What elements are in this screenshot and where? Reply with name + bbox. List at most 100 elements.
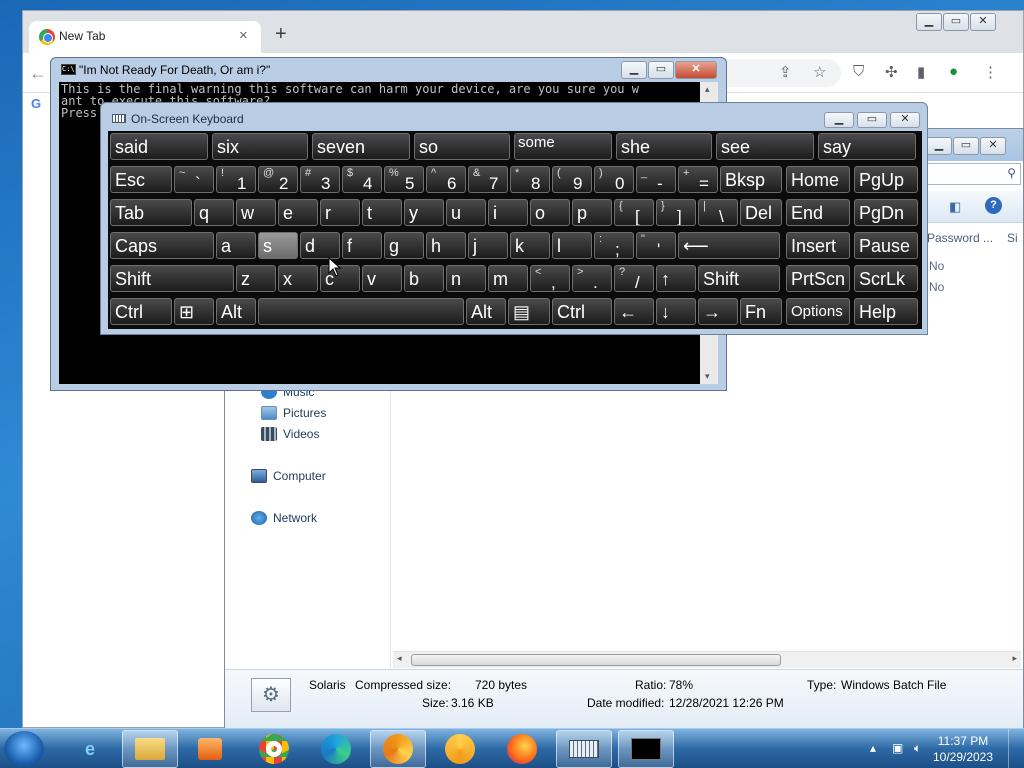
console-maximize-button[interactable]: ▭ <box>648 61 674 79</box>
key-symbol[interactable]: + = <box>678 166 718 193</box>
key-2[interactable]: @2 <box>258 166 298 193</box>
key-space[interactable] <box>258 298 464 325</box>
column-si[interactable]: Si <box>1007 231 1018 245</box>
key-3[interactable]: #3 <box>300 166 340 193</box>
security-badge-icon[interactable]: ● <box>949 63 958 80</box>
extensions-puzzle-icon[interactable]: ✣ <box>885 63 898 81</box>
key-pause[interactable]: Pause <box>854 232 918 259</box>
bookmark-star-icon[interactable]: ☆ <box>813 63 826 81</box>
key-home[interactable]: Home <box>786 166 850 193</box>
menu-dots-icon[interactable]: ⋮ <box>983 63 998 81</box>
key-end[interactable]: End <box>786 199 850 226</box>
tab-new-tab[interactable]: New Tab × <box>29 21 261 53</box>
prediction-said[interactable]: said <box>110 133 208 160</box>
new-tab-button[interactable]: + <box>275 24 287 44</box>
key-m[interactable]: m <box>488 265 528 292</box>
key-ctrl[interactable]: Ctrl <box>552 298 612 325</box>
key-symbol[interactable]: ~ ` <box>174 166 214 193</box>
key-scrlk[interactable]: ScrLk <box>854 265 918 292</box>
volume-muted-icon[interactable]: 🔈︎ <box>914 741 921 756</box>
osk-minimize-button[interactable]: ▁ <box>824 112 854 128</box>
horizontal-scrollbar[interactable]: ◂ ▸ <box>393 651 1021 668</box>
key-s[interactable]: s <box>258 232 298 259</box>
key-n[interactable]: n <box>446 265 486 292</box>
key-help[interactable]: Help <box>854 298 918 325</box>
key-w[interactable]: w <box>236 199 276 226</box>
share-icon[interactable]: ⇪ <box>779 63 792 81</box>
explorer-minimize-button[interactable]: ▁ <box>926 137 952 155</box>
pane-toggle-icon[interactable]: ◧ <box>949 199 961 215</box>
key-0[interactable]: ) 0 <box>594 166 634 193</box>
key-r[interactable]: r <box>320 199 360 226</box>
close-button[interactable]: ✕ <box>970 13 996 31</box>
prediction-she[interactable]: she <box>616 133 712 160</box>
key-shift[interactable]: Shift <box>110 265 234 292</box>
nav-item-videos[interactable]: Videos <box>261 427 319 441</box>
key-e[interactable]: e <box>278 199 318 226</box>
show-hidden-icons-icon[interactable]: ▴ <box>870 741 876 755</box>
key-symbol[interactable]: {[ <box>614 199 654 226</box>
key-x[interactable]: x <box>278 265 318 292</box>
key-fn[interactable]: Fn <box>740 298 782 325</box>
key-7[interactable]: & 7 <box>468 166 508 193</box>
key-symbol[interactable]: ← <box>614 298 654 325</box>
column-password[interactable]: Password ... <box>927 231 993 245</box>
key-b[interactable]: b <box>404 265 444 292</box>
key-symbol[interactable]: ↓ <box>656 298 696 325</box>
key-prtscn[interactable]: PrtScn <box>786 265 850 292</box>
key-k[interactable]: k <box>510 232 550 259</box>
key-symbol[interactable]: ↑ <box>656 265 696 292</box>
prediction-say[interactable]: say <box>818 133 916 160</box>
media-player-icon[interactable] <box>182 730 238 768</box>
browser-shield-icon[interactable] <box>432 730 488 768</box>
minimize-button[interactable]: ▁ <box>916 13 942 31</box>
maximize-button[interactable]: ▭ <box>943 13 969 31</box>
key-5[interactable]: % 5 <box>384 166 424 193</box>
internet-explorer-icon[interactable]: e <box>62 730 118 768</box>
key-l[interactable]: l <box>552 232 592 259</box>
key-pgup[interactable]: PgUp <box>854 166 918 193</box>
osk-close-button[interactable]: ✕ <box>890 112 920 128</box>
key-u[interactable]: u <box>446 199 486 226</box>
key-tab[interactable]: Tab <box>110 199 192 226</box>
console-minimize-button[interactable]: ▁ <box>621 61 647 79</box>
console-close-button[interactable]: ✕ <box>675 61 717 79</box>
key-8[interactable]: * 8 <box>510 166 550 193</box>
key-shift[interactable]: Shift <box>698 265 780 292</box>
key-symbol[interactable]: _ - <box>636 166 676 193</box>
key-symbol[interactable]: ⟵ <box>678 232 780 259</box>
key-9[interactable]: (9 <box>552 166 592 193</box>
tab-close-icon[interactable]: × <box>239 27 248 44</box>
firefox-icon[interactable] <box>494 730 550 768</box>
key-symbol[interactable]: <, <box>530 265 570 292</box>
scroll-up-icon[interactable]: ▴ <box>705 84 710 95</box>
key-symbol[interactable]: " ' <box>636 232 676 259</box>
key-pgdn[interactable]: PgDn <box>854 199 918 226</box>
key-ctrl[interactable]: Ctrl <box>110 298 172 325</box>
scroll-right-icon[interactable]: ▸ <box>1012 653 1017 664</box>
key-symbol[interactable]: | \ <box>698 199 738 226</box>
key-alt[interactable]: Alt <box>216 298 256 325</box>
back-arrow-icon[interactable]: ← <box>29 63 47 84</box>
prediction-so[interactable]: so <box>414 133 510 160</box>
scroll-left-icon[interactable]: ◂ <box>397 653 402 664</box>
prediction-seven[interactable]: seven <box>312 133 410 160</box>
nav-item-network[interactable]: Network <box>251 511 317 525</box>
key-g[interactable]: g <box>384 232 424 259</box>
scroll-down-icon[interactable]: ▾ <box>705 371 710 382</box>
explorer-close-button[interactable]: ✕ <box>980 137 1006 155</box>
key-q[interactable]: q <box>194 199 234 226</box>
key-h[interactable]: h <box>426 232 466 259</box>
command-prompt-taskbar-icon[interactable] <box>618 730 674 768</box>
key-symbol[interactable]: }] <box>656 199 696 226</box>
scrollbar-thumb[interactable] <box>411 654 781 666</box>
key-bksp[interactable]: Bksp <box>720 166 782 193</box>
key-symbol[interactable]: ? / <box>614 265 654 292</box>
osk-maximize-button[interactable]: ▭ <box>857 112 887 128</box>
key-del[interactable]: Del <box>740 199 782 226</box>
key-symbol[interactable]: :; <box>594 232 634 259</box>
key-t[interactable]: t <box>362 199 402 226</box>
key-symbol[interactable]: ▤ <box>508 298 550 325</box>
system-clock[interactable]: 11:37 PM 10/29/2023 <box>930 733 996 765</box>
chromium-shield-icon[interactable] <box>370 730 426 768</box>
